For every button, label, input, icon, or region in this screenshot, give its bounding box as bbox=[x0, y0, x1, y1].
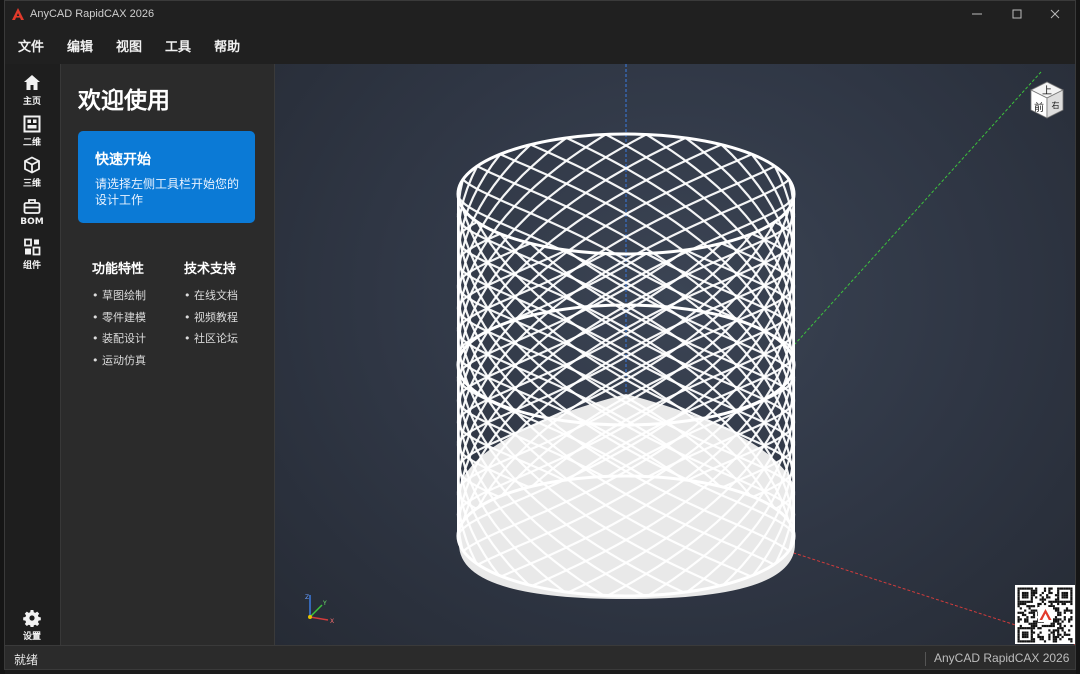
gear-icon bbox=[23, 610, 41, 627]
app-logo-icon bbox=[12, 7, 24, 20]
qr-code-image[interactable] bbox=[1015, 585, 1075, 644]
axis-triad: Z Y X bbox=[305, 594, 334, 625]
sidebar-item-label: 三维 bbox=[22, 179, 41, 189]
window-title: AnyCAD RapidCAX 2026 bbox=[30, 7, 155, 20]
support-section: 技术支持 • 在线文档 • 视频教程 • 社区论坛 bbox=[184, 258, 238, 350]
background-window-edge-right bbox=[1076, 0, 1080, 674]
bom-icon bbox=[23, 199, 41, 214]
menu-help[interactable]: 帮助 bbox=[214, 34, 240, 57]
menu-edit[interactable]: 编辑 bbox=[67, 34, 93, 57]
sidebar-item-label: 组件 bbox=[22, 261, 41, 271]
maximize-button[interactable] bbox=[997, 1, 1037, 26]
sidebar-item-label: 设置 bbox=[22, 632, 41, 642]
cube-3d-icon bbox=[24, 156, 40, 174]
minimize-button[interactable] bbox=[957, 1, 997, 26]
sidebar: 主页 二维 三维 BOM 组件 设置 bbox=[5, 64, 61, 645]
status-bar: 就绪 AnyCAD RapidCAX 2026 bbox=[5, 645, 1075, 669]
menu-tools[interactable]: 工具 bbox=[165, 34, 191, 57]
status-app-version: AnyCAD RapidCAX 2026 bbox=[934, 651, 1070, 665]
feature-item[interactable]: • 运动仿真 bbox=[92, 350, 146, 372]
feature-item[interactable]: • 零件建模 bbox=[92, 307, 146, 329]
support-item[interactable]: • 视频教程 bbox=[184, 307, 238, 329]
support-item[interactable]: • 社区论坛 bbox=[184, 328, 238, 350]
triad-x-label: X bbox=[330, 618, 334, 625]
sidebar-item-2d[interactable]: 二维 bbox=[5, 115, 59, 155]
feature-item[interactable]: • 装配设计 bbox=[92, 328, 146, 350]
maximize-icon bbox=[1012, 9, 1022, 18]
world-y-axis bbox=[794, 71, 1042, 345]
triad-y-label: Y bbox=[322, 600, 327, 607]
sketch-2d-icon bbox=[23, 115, 41, 133]
sidebar-item-settings[interactable]: 设置 bbox=[5, 609, 59, 649]
menu-file[interactable]: 文件 bbox=[18, 34, 44, 57]
view-cube-right-label: 右 bbox=[1052, 100, 1060, 110]
sidebar-item-components[interactable]: 组件 bbox=[5, 238, 59, 278]
features-section: 功能特性 • 草图绘制 • 零件建模 • 装配设计 • 运动仿真 bbox=[92, 258, 146, 371]
support-item[interactable]: • 在线文档 bbox=[184, 285, 238, 307]
features-title: 功能特性 bbox=[92, 262, 145, 277]
view-cube[interactable]: 上 前 右 bbox=[1030, 81, 1064, 119]
triad-z-label: Z bbox=[305, 594, 309, 601]
view-cube-top-label: 上 bbox=[1042, 85, 1052, 97]
sidebar-item-3d[interactable]: 三维 bbox=[5, 156, 59, 196]
sidebar-item-home[interactable]: 主页 bbox=[5, 74, 59, 114]
welcome-panel: 欢迎使用 快速开始 请选择左侧工具栏开始您的设计工作 功能特性 • 草图绘制 •… bbox=[61, 64, 275, 645]
welcome-title: 欢迎使用 bbox=[78, 88, 170, 114]
components-icon bbox=[24, 238, 41, 256]
support-title: 技术支持 bbox=[184, 262, 237, 277]
status-text: 就绪 bbox=[14, 653, 39, 667]
feature-item[interactable]: • 草图绘制 bbox=[92, 285, 146, 307]
quick-start-description: 请选择左侧工具栏开始您的设计工作 bbox=[95, 177, 240, 207]
home-icon bbox=[24, 75, 40, 90]
quick-start-card[interactable]: 快速开始 请选择左侧工具栏开始您的设计工作 bbox=[78, 131, 255, 223]
close-button[interactable] bbox=[1035, 1, 1075, 26]
sidebar-item-label: BOM bbox=[20, 217, 44, 227]
app-window: AnyCAD RapidCAX 2026 文件 编辑 视图 工具 帮助 主页 二… bbox=[4, 0, 1076, 670]
title-bar: AnyCAD RapidCAX 2026 bbox=[5, 1, 1075, 26]
view-cube-front-label: 前 bbox=[1034, 101, 1044, 114]
status-divider bbox=[925, 652, 926, 666]
menu-bar: 文件 编辑 视图 工具 帮助 bbox=[5, 26, 1075, 64]
sidebar-item-label: 主页 bbox=[22, 97, 41, 107]
minimize-icon bbox=[972, 13, 982, 14]
sidebar-item-bom[interactable]: BOM bbox=[5, 197, 59, 237]
close-icon bbox=[1050, 9, 1060, 18]
sidebar-item-label: 二维 bbox=[22, 138, 41, 148]
3d-viewport[interactable]: 上 前 右 Z Y X bbox=[275, 64, 1075, 645]
quick-start-title: 快速开始 bbox=[95, 152, 151, 168]
model-view: 上 前 右 Z Y X bbox=[305, 64, 1075, 645]
menu-view[interactable]: 视图 bbox=[116, 34, 142, 57]
